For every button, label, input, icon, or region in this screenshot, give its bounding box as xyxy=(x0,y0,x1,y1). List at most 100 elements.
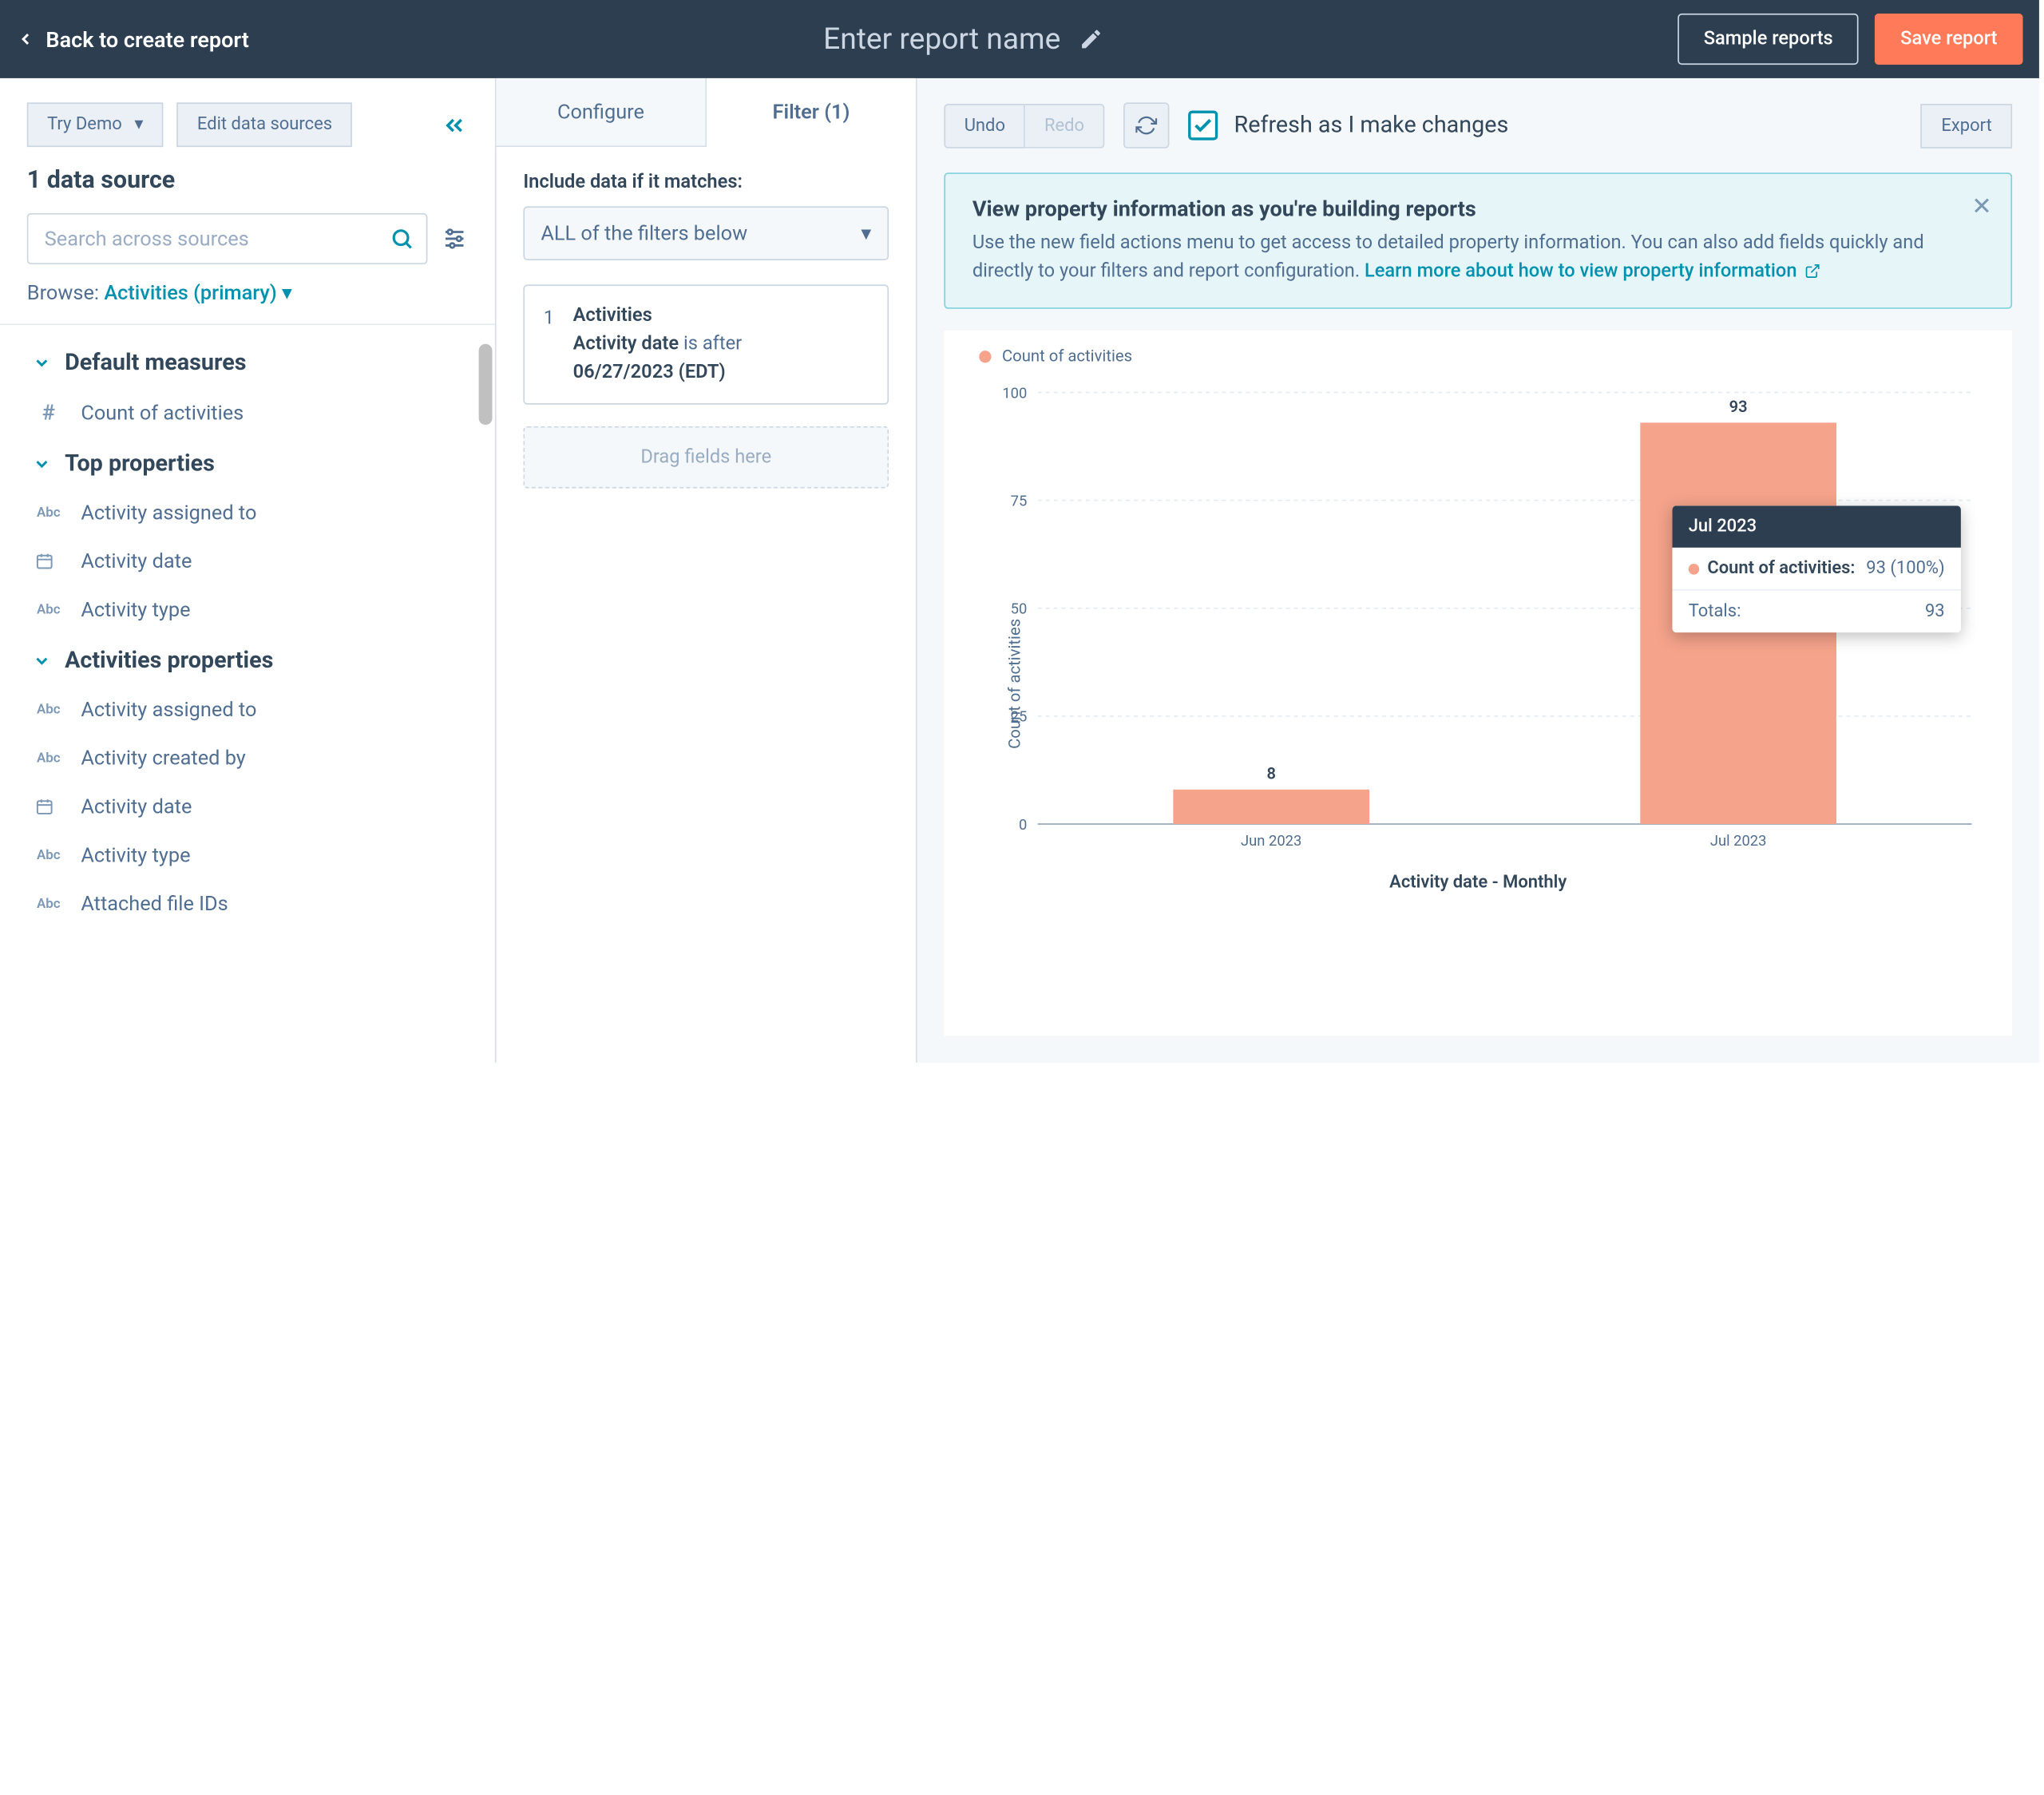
export-button[interactable]: Export xyxy=(1921,103,2012,148)
callout-title: View property information as you're buil… xyxy=(972,196,1951,221)
match-mode-value: ALL of the filters below xyxy=(541,221,747,245)
chart-container: Count of activities Count of activities … xyxy=(944,331,2012,1036)
text-type-icon: Abc xyxy=(35,702,62,717)
y-axis-label: Count of activities xyxy=(1005,618,1024,748)
tooltip-metric-label: Count of activities: xyxy=(1707,558,1855,578)
field-group-header[interactable]: Default measures xyxy=(0,336,495,387)
filter-rule-card[interactable]: 1 Activities Activity date is after 06/2… xyxy=(523,284,889,404)
sample-reports-button[interactable]: Sample reports xyxy=(1678,14,1859,65)
field-label: Attached file IDs xyxy=(81,891,228,915)
field-label: Activity created by xyxy=(81,746,245,770)
chevron-down-icon xyxy=(33,354,52,373)
text-type-icon: Abc xyxy=(35,602,62,617)
text-type-icon: Abc xyxy=(35,848,62,863)
field-group-name: Top properties xyxy=(65,450,215,477)
text-type-icon: Abc xyxy=(35,896,62,911)
filter-entity: Activities xyxy=(573,302,743,330)
caret-down-icon: ▾ xyxy=(134,115,143,135)
include-data-label: Include data if it matches: xyxy=(523,172,889,193)
legend-label: Count of activities xyxy=(1002,347,1132,366)
filter-dropzone[interactable]: Drag fields here xyxy=(523,426,889,489)
auto-refresh-label: Refresh as I make changes xyxy=(1234,112,1509,139)
field-item[interactable]: AbcActivity type xyxy=(0,585,495,634)
text-type-icon: Abc xyxy=(35,751,62,766)
browse-label: Browse: xyxy=(27,280,99,304)
try-demo-label: Try Demo xyxy=(47,115,122,135)
filter-sliders-icon[interactable] xyxy=(441,225,468,252)
close-icon[interactable]: ✕ xyxy=(1971,193,1991,221)
caret-down-icon: ▾ xyxy=(282,280,292,304)
svg-text:50: 50 xyxy=(1011,600,1028,617)
field-label: Activity date xyxy=(81,794,192,818)
text-type-icon: Abc xyxy=(35,505,62,521)
field-label: Activity assigned to xyxy=(81,501,256,525)
field-label: Count of activities xyxy=(81,400,244,424)
field-item[interactable]: Activity date xyxy=(0,537,495,585)
field-item[interactable]: # Count of activities xyxy=(0,387,495,437)
match-mode-select[interactable]: ALL of the filters below ▾ xyxy=(523,206,889,260)
chevron-left-icon xyxy=(16,30,35,49)
bar[interactable] xyxy=(1173,790,1369,824)
date-type-icon xyxy=(35,552,62,571)
refresh-button[interactable] xyxy=(1123,102,1169,148)
caret-down-icon: ▾ xyxy=(861,221,871,245)
save-report-button[interactable]: Save report xyxy=(1875,14,2023,65)
undo-button[interactable]: Undo xyxy=(944,103,1025,148)
field-item[interactable]: Activity date xyxy=(0,783,495,831)
svg-text:93: 93 xyxy=(1729,397,1748,416)
edit-data-sources-button[interactable]: Edit data sources xyxy=(177,102,353,147)
field-label: Activity assigned to xyxy=(81,697,256,721)
back-button[interactable]: Back to create report xyxy=(16,26,249,52)
auto-refresh-checkbox[interactable] xyxy=(1188,111,1218,141)
svg-text:Jul 2023: Jul 2023 xyxy=(1710,832,1767,850)
field-item[interactable]: Abc Activity created by xyxy=(0,734,495,783)
fields-list[interactable]: Default measures # Count of activities Top … xyxy=(0,325,495,1063)
browse-source-value: Activities (primary) xyxy=(104,280,276,304)
filter-property: Activity date xyxy=(573,333,679,355)
x-axis-label: Activity date - Monthly xyxy=(971,873,1985,893)
svg-text:8: 8 xyxy=(1266,763,1275,783)
scrollbar-thumb[interactable] xyxy=(479,344,493,425)
back-label: Back to create report xyxy=(46,26,248,52)
external-link-icon xyxy=(1804,264,1820,279)
search-input[interactable] xyxy=(27,213,428,264)
tab-configure[interactable]: Configure xyxy=(497,78,707,147)
callout-link-text: Learn more about how to view property in… xyxy=(1365,260,1797,282)
app-header: Back to create report Enter report name … xyxy=(0,0,2039,78)
redo-button[interactable]: Redo xyxy=(1025,103,1104,148)
collapse-sidebar-icon[interactable] xyxy=(441,111,468,138)
svg-text:0: 0 xyxy=(1019,816,1027,834)
callout-link[interactable]: Learn more about how to view property in… xyxy=(1365,260,1820,282)
pencil-icon[interactable] xyxy=(1079,27,1103,51)
chevron-down-icon xyxy=(33,454,52,474)
svg-text:Jun 2023: Jun 2023 xyxy=(1241,832,1301,850)
data-source-count: 1 data source xyxy=(0,160,495,213)
field-item[interactable]: Abc Attached file IDs xyxy=(0,879,495,928)
search-icon[interactable] xyxy=(390,227,414,251)
tooltip-header: Jul 2023 xyxy=(1672,505,1960,547)
date-type-icon xyxy=(35,797,62,816)
field-item[interactable]: Abc Activity assigned to xyxy=(0,488,495,537)
browse-source-dropdown[interactable]: Activities (primary) ▾ xyxy=(104,280,291,304)
field-item[interactable]: Abc Activity assigned to xyxy=(0,685,495,734)
number-type-icon: # xyxy=(35,399,62,425)
report-name-input[interactable]: Enter report name xyxy=(823,22,1060,56)
tab-filter[interactable]: Filter (1) xyxy=(707,78,916,147)
field-label: Activity date xyxy=(81,549,192,573)
filter-operator: is after xyxy=(683,333,742,355)
chevron-down-icon xyxy=(33,652,52,671)
config-panel: Configure Filter (1) Include data if it … xyxy=(497,78,917,1063)
field-item[interactable]: Abc Activity type xyxy=(0,830,495,879)
field-group-name: Activities properties xyxy=(65,648,273,675)
svg-text:75: 75 xyxy=(1011,492,1028,509)
field-group-header[interactable]: Activities properties xyxy=(0,634,495,685)
svg-text:100: 100 xyxy=(1002,384,1027,402)
legend-marker xyxy=(979,350,991,362)
chart-tooltip: Jul 2023 Count of activities: 93 (100%) … xyxy=(1672,505,1960,632)
field-group-header[interactable]: Top properties xyxy=(0,437,495,488)
try-demo-button[interactable]: Try Demo ▾ xyxy=(27,102,164,147)
filter-value: 06/27/2023 (EDT) xyxy=(573,359,743,386)
filter-index: 1 xyxy=(544,302,554,386)
field-label: Activity type xyxy=(81,843,190,867)
info-callout: View property information as you're buil… xyxy=(944,172,2012,309)
